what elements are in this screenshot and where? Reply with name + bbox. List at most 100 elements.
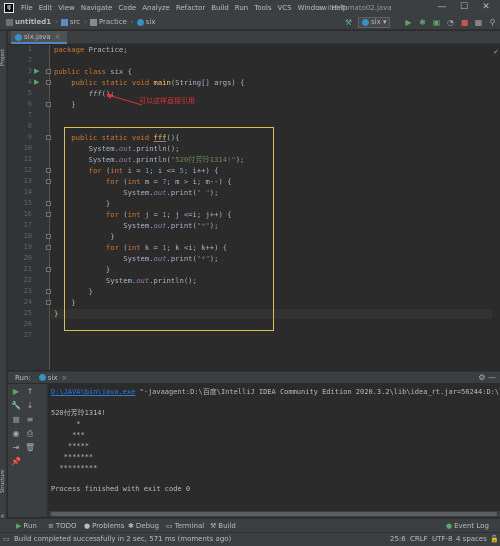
hammer-build-icon[interactable]: ⚒ — [343, 17, 354, 28]
fold-marker-icon[interactable] — [46, 245, 51, 250]
file-encoding[interactable]: UTF-8 — [432, 535, 452, 543]
line-number: 18 — [23, 232, 32, 240]
fold-marker-icon[interactable] — [46, 201, 51, 206]
project-tool-tab[interactable]: Project — [0, 37, 7, 77]
menu-analyze[interactable]: Analyze — [139, 4, 173, 12]
console-output[interactable]: D:\JAVA\bin\java.exe "-javaagent:D:\百度\I… — [49, 384, 500, 517]
fold-marker-icon[interactable] — [46, 168, 51, 173]
menu-navigate[interactable]: Navigate — [78, 4, 115, 12]
scroll-up-icon[interactable]: ↑ — [25, 387, 35, 397]
tool-problems[interactable]: ● Problems — [84, 521, 124, 531]
stop-icon[interactable]: ■ — [459, 17, 470, 28]
fold-marker-icon[interactable] — [46, 289, 51, 294]
fold-marker-icon[interactable] — [46, 102, 51, 107]
maximize-button[interactable]: ☐ — [459, 2, 469, 12]
highlight-box — [64, 127, 274, 331]
tool-debug[interactable]: ✱ Debug — [128, 521, 159, 531]
minimize-button[interactable]: — — [437, 2, 447, 12]
indent-setting[interactable]: 4 spaces — [456, 535, 487, 543]
rerun-icon[interactable]: ▶ — [11, 387, 21, 397]
run-label: Run: — [15, 373, 31, 382]
breadcrumb-class[interactable]: six — [136, 18, 155, 26]
editor-scrollbar[interactable]: ✔ — [492, 45, 500, 370]
menu-build[interactable]: Build — [208, 4, 232, 12]
java-exe-link[interactable]: D:\JAVA\bin\java.exe — [51, 388, 135, 396]
run-class-icon[interactable]: ▶ — [34, 67, 39, 75]
menu-vcs[interactable]: VCS — [274, 4, 294, 12]
breadcrumb-project[interactable]: untitled1 — [6, 18, 51, 26]
menu-view[interactable]: View — [55, 4, 78, 12]
settings-gear-icon[interactable]: ⚙ — — [478, 373, 496, 382]
project-structure-icon[interactable]: ▦ — [473, 17, 484, 28]
fold-marker-icon[interactable] — [46, 300, 51, 305]
scroll-down-icon[interactable]: ↓ — [25, 401, 35, 411]
breadcrumb-package[interactable]: Practice — [89, 18, 127, 26]
code-editor[interactable]: 1 2 3 4 5 6 7 8 9 10 11 12 13 14 15 16 1… — [8, 45, 500, 370]
menu-file[interactable]: File — [18, 4, 36, 12]
structure-tool-tab[interactable]: Structure — [0, 461, 7, 501]
tool-run[interactable]: ▶ Run — [16, 521, 37, 531]
code-line-1: package Practice; — [54, 45, 128, 54]
line-number: 12 — [23, 166, 32, 174]
fold-marker-icon[interactable] — [46, 69, 51, 74]
code-line-6: } — [54, 100, 76, 109]
line-number: 3 — [27, 67, 32, 75]
close-window-button[interactable]: ✕ — [481, 2, 491, 12]
close-run-tab-icon[interactable]: × — [62, 374, 68, 382]
search-icon[interactable]: ⚲ — [487, 17, 498, 28]
line-number: 2 — [27, 56, 32, 64]
tool-event-log[interactable]: ● Event Log — [446, 521, 489, 531]
fold-marker-icon[interactable] — [46, 234, 51, 239]
trash-icon[interactable]: 🗑 — [25, 443, 35, 453]
fold-marker-icon[interactable] — [46, 80, 51, 85]
menu-refactor[interactable]: Refactor — [173, 4, 208, 12]
fold-marker-icon[interactable] — [46, 212, 51, 217]
lock-icon[interactable]: 🔓 — [490, 535, 499, 543]
wrench-icon[interactable]: 🔧 — [11, 401, 21, 411]
tool-build[interactable]: ⚒ Build — [210, 521, 236, 531]
status-message[interactable]: Build completed successfully in 2 sec, 5… — [14, 535, 231, 543]
pin-icon[interactable]: 📌 — [11, 457, 21, 467]
run-icon[interactable]: ▶ — [403, 17, 414, 28]
fold-marker-icon[interactable] — [46, 179, 51, 184]
run-configuration-select[interactable]: six ▾ — [358, 17, 391, 28]
class-icon — [38, 374, 46, 381]
fold-marker-icon[interactable] — [46, 135, 51, 140]
app-logo-icon: IJ — [4, 2, 14, 13]
print-icon[interactable]: ⎙ — [25, 429, 35, 439]
menu-run[interactable]: Run — [232, 4, 251, 12]
menu-code[interactable]: Code — [115, 4, 139, 12]
line-separator[interactable]: CRLF — [410, 535, 428, 543]
tool-todo[interactable]: ≡ TODO — [48, 521, 77, 531]
tool-terminal[interactable]: ▭ Terminal — [166, 521, 204, 531]
close-tab-icon[interactable]: × — [55, 33, 61, 41]
debug-icon[interactable]: ✱ — [417, 17, 428, 28]
line-number: 9 — [27, 133, 32, 141]
console-command-line: D:\JAVA\bin\java.exe "-javaagent:D:\百度\I… — [51, 388, 500, 396]
tab-six-java[interactable]: six.java × — [11, 31, 67, 44]
run-tab-six[interactable]: six × — [38, 374, 68, 382]
terminal-icon: ▭ — [166, 522, 173, 530]
camera-icon[interactable]: ◉ — [11, 429, 21, 439]
caret-position[interactable]: 25:6 — [390, 535, 406, 543]
profile-icon[interactable]: ◔ — [445, 17, 456, 28]
menu-tools[interactable]: Tools — [251, 4, 274, 12]
coverage-icon[interactable]: ▣ — [431, 17, 442, 28]
fold-marker-icon[interactable] — [46, 267, 51, 272]
line-number: 15 — [23, 199, 32, 207]
layout-icon[interactable]: ▭ — [3, 535, 10, 543]
status-bar: ▭ Build completed successfully in 2 sec,… — [0, 532, 500, 546]
scrollbar-thumb[interactable] — [51, 512, 497, 516]
stop-run-icon[interactable]: ■ — [11, 415, 21, 425]
exit-icon[interactable]: ⇥ — [11, 443, 21, 453]
breadcrumb-src[interactable]: src — [60, 18, 80, 26]
console-line: * — [51, 420, 81, 428]
soft-wrap-icon[interactable]: ≡ — [25, 415, 35, 425]
line-number: 22 — [23, 276, 32, 284]
menu-edit[interactable]: Edit — [36, 4, 56, 12]
run-main-icon[interactable]: ▶ — [34, 78, 39, 86]
line-number: 6 — [27, 100, 32, 108]
class-icon — [136, 18, 144, 26]
line-number: 16 — [23, 210, 32, 218]
console-horizontal-scrollbar[interactable] — [49, 511, 500, 517]
